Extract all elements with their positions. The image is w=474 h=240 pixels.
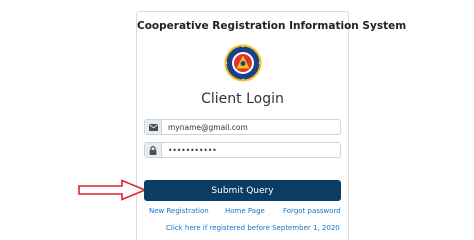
agency-seal-logo bbox=[224, 44, 262, 82]
password-field-group bbox=[144, 142, 341, 158]
new-registration-link[interactable]: New Registration bbox=[149, 207, 209, 215]
arrow-right-icon bbox=[78, 179, 148, 201]
login-title: Client Login bbox=[201, 91, 284, 107]
password-input[interactable] bbox=[162, 143, 340, 157]
forgot-password-link[interactable]: Forgot password bbox=[283, 207, 341, 215]
registered-before-link[interactable]: Click here if registered before Septembe… bbox=[166, 224, 340, 232]
login-page: Cooperative Registration Information Sys… bbox=[0, 0, 474, 240]
envelope-icon bbox=[145, 120, 162, 134]
system-title: Cooperative Registration Information Sys… bbox=[137, 20, 407, 32]
email-input[interactable] bbox=[162, 120, 340, 134]
home-page-link[interactable]: Home Page bbox=[225, 207, 265, 215]
lock-icon bbox=[145, 143, 162, 157]
submit-query-button[interactable]: Submit Query bbox=[144, 180, 341, 201]
email-field-group bbox=[144, 119, 341, 135]
